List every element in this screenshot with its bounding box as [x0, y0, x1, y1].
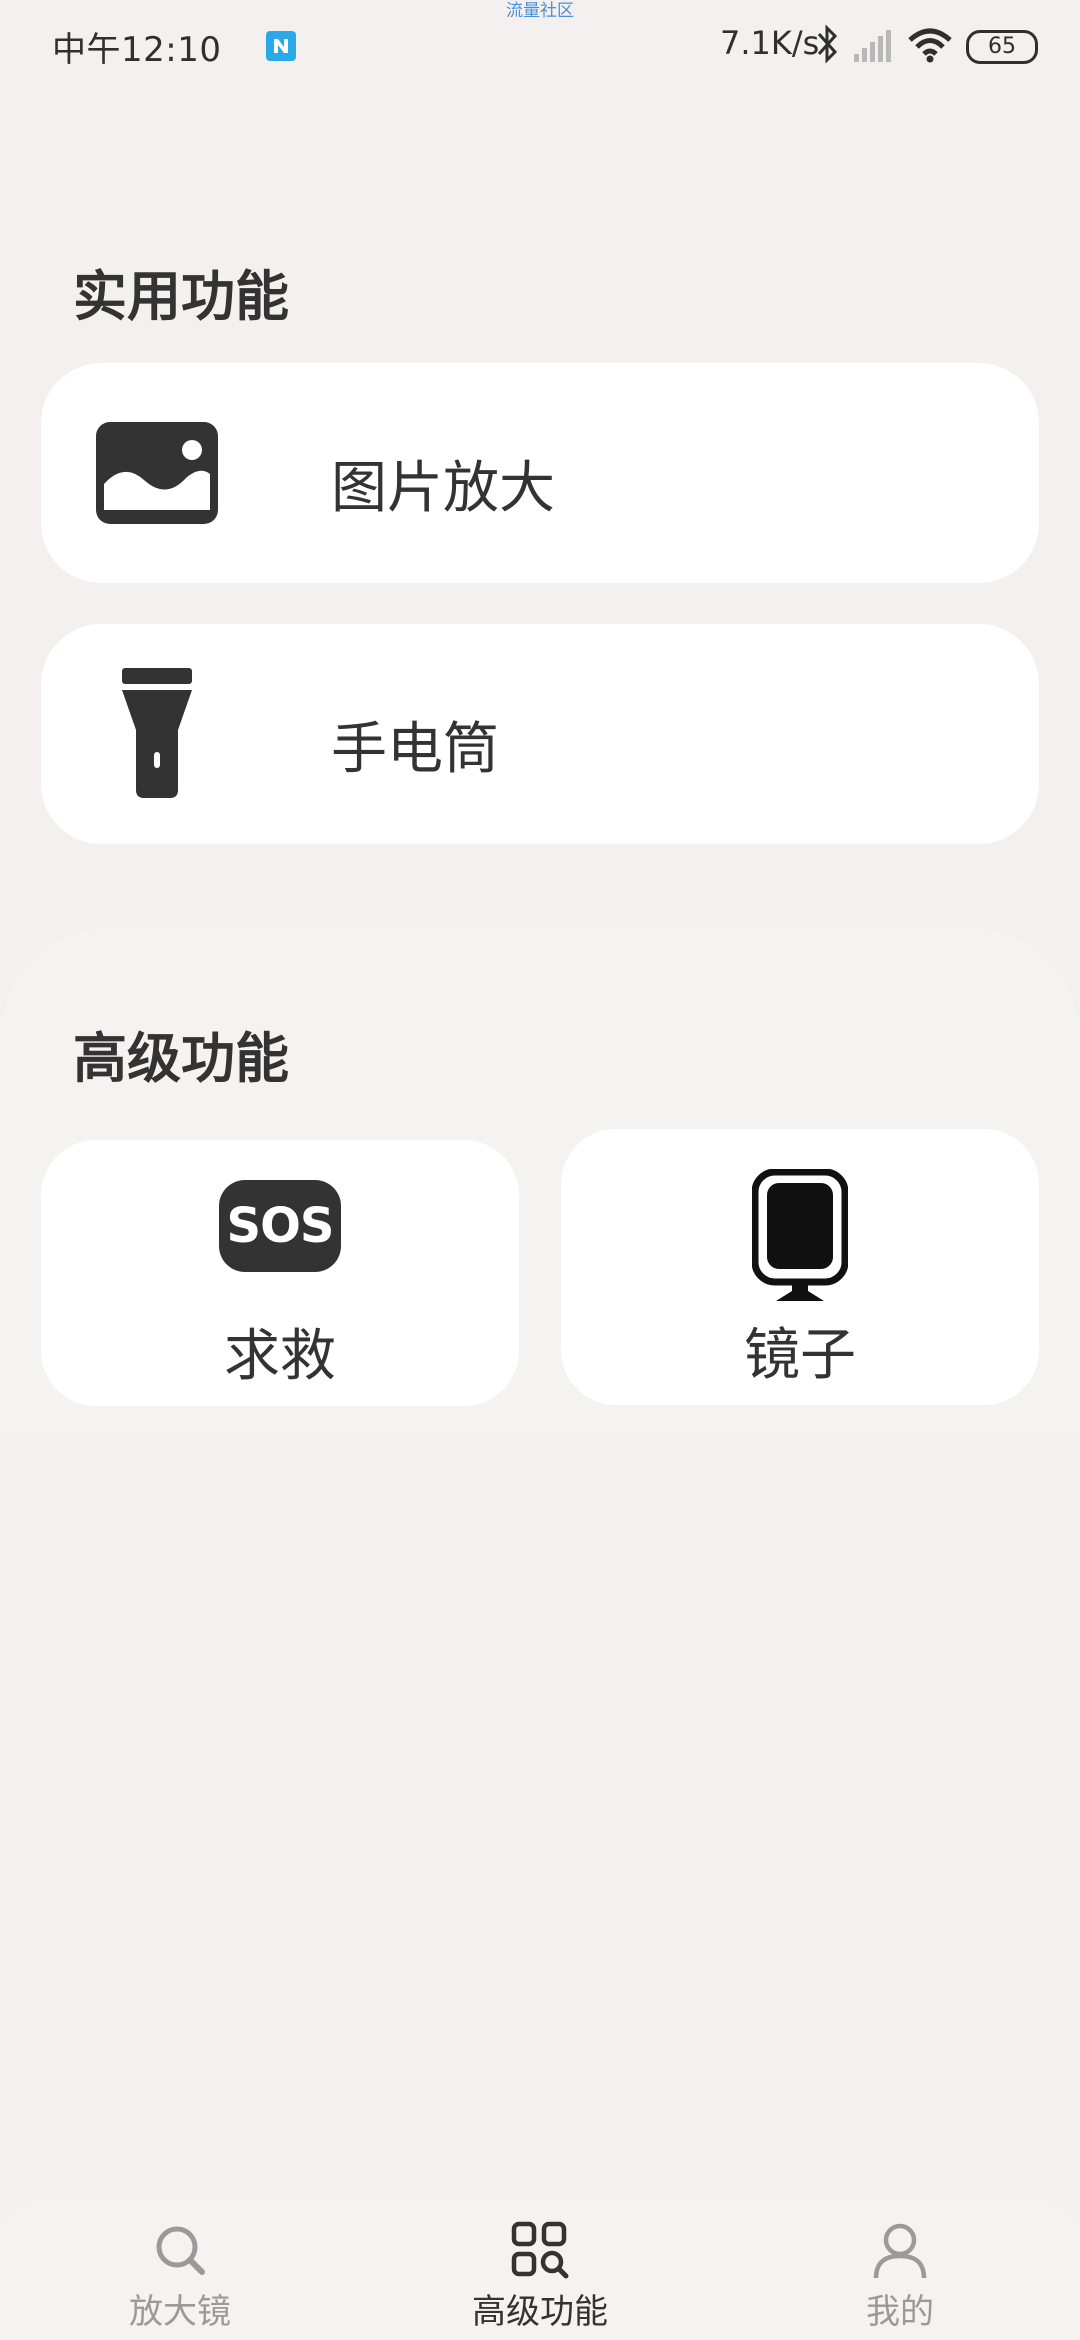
carrier-text: 流量社区: [506, 1, 574, 21]
user-icon: [873, 2223, 927, 2279]
nav-item-advanced[interactable]: 高级功能: [360, 2200, 720, 2340]
bluetooth-icon: [817, 24, 838, 64]
image-zoom-label: 图片放大: [331, 456, 555, 521]
signal-icon: [854, 30, 891, 62]
sos-icon: SOS: [219, 1180, 341, 1272]
nav-label-advanced: 高级功能: [472, 2292, 608, 2332]
battery-indicator: 65: [966, 30, 1038, 64]
section-title-practical: 实用功能: [73, 265, 289, 328]
nav-item-mine[interactable]: 我的: [720, 2200, 1080, 2340]
wifi-icon: [908, 28, 952, 63]
grid-search-icon: [511, 2221, 569, 2279]
nav-label-mine: 我的: [866, 2292, 934, 2332]
sos-card[interactable]: SOS 求救: [41, 1140, 519, 1406]
notification-app-icon: [266, 31, 296, 61]
mirror-label: 镜子: [744, 1323, 856, 1388]
nav-item-magnifier[interactable]: 放大镜: [0, 2200, 360, 2340]
bottom-nav: 放大镜 高级功能 我的: [0, 2200, 1080, 2340]
search-icon: [156, 2226, 205, 2275]
network-speed: 7.1K/s: [720, 24, 820, 62]
section-title-advanced: 高级功能: [73, 1027, 289, 1090]
image-zoom-card[interactable]: 图片放大: [41, 363, 1039, 583]
sos-label: 求救: [224, 1324, 336, 1389]
flashlight-icon: [122, 668, 192, 798]
flashlight-card[interactable]: 手电筒: [41, 624, 1039, 844]
image-icon: [96, 422, 218, 524]
flashlight-label: 手电筒: [331, 717, 499, 782]
mirror-icon: [752, 1169, 848, 1301]
mirror-card[interactable]: 镜子: [561, 1129, 1039, 1405]
nav-label-magnifier: 放大镜: [129, 2292, 231, 2332]
status-time: 中午12:10: [52, 30, 222, 70]
